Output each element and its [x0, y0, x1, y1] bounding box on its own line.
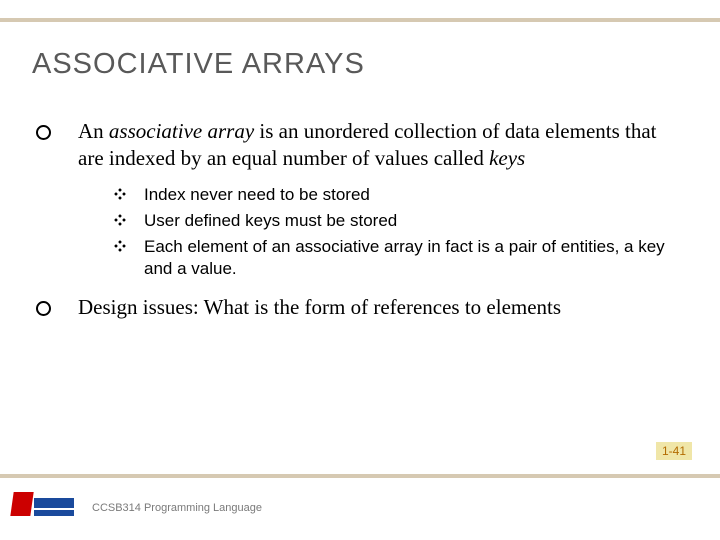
slide-number: 1-41	[656, 442, 692, 460]
logo-icon	[8, 490, 76, 520]
list-item: Design issues: What is the form of refer…	[32, 294, 682, 321]
content-area: An associative array is an unordered col…	[32, 118, 682, 335]
bullet-list: An associative array is an unordered col…	[32, 118, 682, 321]
slide-title: ASSOCIATIVE ARRAYS	[32, 48, 365, 81]
decorative-strip-top	[0, 18, 720, 22]
bullet-text: An associative array is an unordered col…	[78, 119, 657, 170]
list-item: Index never need to be stored	[78, 184, 682, 206]
decorative-strip-bottom	[0, 474, 720, 478]
bullet-text: Design issues: What is the form of refer…	[78, 295, 561, 319]
list-item: User defined keys must be stored	[78, 210, 682, 232]
slide: ASSOCIATIVE ARRAYS An associative array …	[0, 0, 720, 540]
list-item: Each element of an associative array in …	[78, 236, 682, 280]
footer-text: CCSB314 Programming Language	[92, 502, 262, 514]
sub-bullet-list: Index never need to be stored User defin…	[78, 184, 682, 280]
list-item: An associative array is an unordered col…	[32, 118, 682, 280]
